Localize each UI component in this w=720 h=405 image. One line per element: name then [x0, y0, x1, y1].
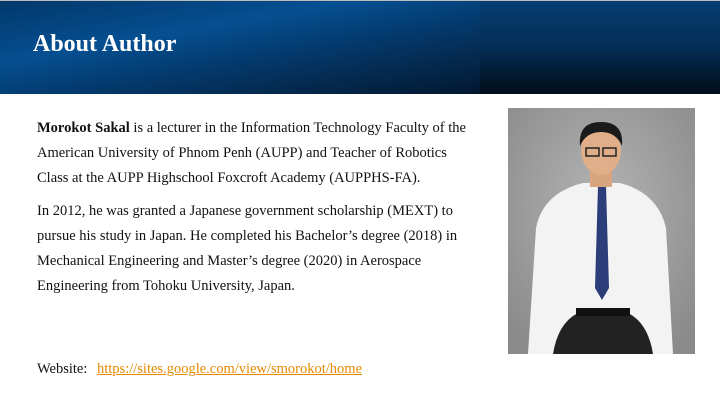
header-right-panel	[480, 1, 720, 94]
bio-text: Morokot Sakal is a lecturer in the Infor…	[37, 116, 477, 307]
bio-paragraph-1: Morokot Sakal is a lecturer in the Infor…	[37, 116, 477, 191]
author-photo	[508, 108, 695, 354]
slide-header: About Author	[0, 0, 720, 94]
website-label: Website:	[37, 361, 88, 377]
website-link[interactable]: https://sites.google.com/view/smorokot/h…	[97, 361, 362, 377]
slide-title: About Author	[33, 31, 177, 57]
author-name: Morokot Sakal	[37, 120, 130, 136]
website-line: Website: https://sites.google.com/view/s…	[37, 361, 362, 378]
bio-paragraph-2: In 2012, he was granted a Japanese gover…	[37, 203, 458, 294]
